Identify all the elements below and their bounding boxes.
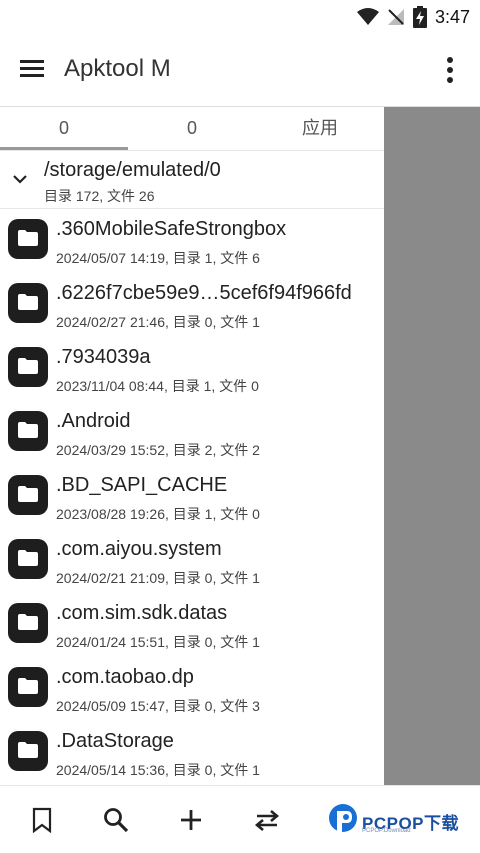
list-item[interactable]: .BD_SAPI_CACHE 2023/08/28 19:26, 目录 1, 文… [0, 465, 384, 529]
file-name: .Android [56, 410, 131, 432]
folder-icon [8, 667, 48, 707]
wifi-icon [356, 8, 379, 25]
file-name: .DataStorage [56, 730, 174, 752]
more-vert-icon[interactable] [440, 55, 460, 85]
file-meta: 2024/05/09 15:47, 目录 0, 文件 3 [56, 698, 260, 714]
folder-icon [8, 219, 48, 259]
app-bar: Apktool M [0, 33, 480, 107]
list-item[interactable]: .com.aiyou.system 2024/02/21 21:09, 目录 0… [0, 529, 384, 593]
watermark-subtext: PCPOP.Download [362, 828, 411, 834]
battery-charging-icon [412, 6, 427, 28]
tab-storage-2[interactable]: 0 [128, 107, 256, 150]
file-name: .6226f7cbe59e9…5cef6f94f966fd [56, 282, 352, 304]
watermark-logo: PCPOP下载 PCPOP.Download [326, 803, 476, 837]
file-meta: 2023/11/04 08:44, 目录 1, 文件 0 [56, 378, 259, 394]
file-name: .360MobileSafeStrongbox [56, 218, 287, 240]
menu-icon[interactable] [18, 57, 46, 81]
file-browser-panel: 0 0 应用 /storage/emulated/0 目录 172, 文件 26… [0, 107, 384, 785]
file-meta: 2024/02/21 21:09, 目录 0, 文件 1 [56, 570, 260, 586]
tab-bar: 0 0 应用 [0, 107, 384, 151]
folder-icon [8, 283, 48, 323]
pcpop-logo-icon [329, 804, 357, 833]
list-item[interactable]: .DataStorage 2024/05/14 15:36, 目录 0, 文件 … [0, 721, 384, 785]
file-name: .com.aiyou.system [56, 538, 222, 560]
drawer-scrim[interactable] [384, 107, 480, 785]
folder-icon [8, 603, 48, 643]
list-item[interactable]: .com.sim.sdk.datas 2024/01/24 15:51, 目录 … [0, 593, 384, 657]
tab-storage-1[interactable]: 0 [0, 107, 128, 150]
folder-icon [8, 475, 48, 515]
path-header[interactable]: /storage/emulated/0 目录 172, 文件 26 [0, 151, 384, 209]
file-name: .7934039a [56, 346, 151, 368]
status-time: 3:47 [434, 6, 470, 27]
status-icons: 3:47 [356, 4, 470, 30]
path-summary: 目录 172, 文件 26 [44, 188, 155, 204]
folder-icon [8, 411, 48, 451]
file-meta: 2024/03/29 15:52, 目录 2, 文件 2 [56, 442, 260, 458]
current-path: /storage/emulated/0 [44, 159, 221, 181]
file-meta: 2024/05/14 15:36, 目录 0, 文件 1 [56, 762, 260, 778]
list-item[interactable]: .Android 2024/03/29 15:52, 目录 2, 文件 2 [0, 401, 384, 465]
chevron-down-icon[interactable] [12, 171, 28, 187]
folder-icon [8, 347, 48, 387]
tab-apps[interactable]: 应用 [256, 107, 384, 150]
file-list: .360MobileSafeStrongbox 2024/05/07 14:19… [0, 209, 384, 785]
swap-icon[interactable] [253, 806, 281, 834]
list-item[interactable]: .6226f7cbe59e9…5cef6f94f966fd 2024/02/27… [0, 273, 384, 337]
folder-icon [8, 539, 48, 579]
file-name: .com.sim.sdk.datas [56, 602, 228, 624]
file-meta: 2024/05/07 14:19, 目录 1, 文件 6 [56, 250, 260, 266]
folder-icon [8, 731, 48, 771]
app-title: Apktool M [64, 55, 171, 82]
search-icon[interactable] [102, 806, 130, 834]
list-item[interactable]: .com.taobao.dp 2024/05/09 15:47, 目录 0, 文… [0, 657, 384, 721]
list-item[interactable]: .7934039a 2023/11/04 08:44, 目录 1, 文件 0 [0, 337, 384, 401]
file-name: .com.taobao.dp [56, 666, 194, 688]
bookmark-icon[interactable] [28, 806, 56, 834]
file-meta: 2024/01/24 15:51, 目录 0, 文件 1 [56, 634, 260, 650]
file-name: .BD_SAPI_CACHE [56, 474, 228, 496]
file-meta: 2024/02/27 21:46, 目录 0, 文件 1 [56, 314, 260, 330]
no-signal-icon [387, 9, 404, 25]
status-bar: 3:47 [0, 0, 480, 33]
list-item[interactable]: .360MobileSafeStrongbox 2024/05/07 14:19… [0, 209, 384, 273]
add-icon[interactable] [177, 806, 205, 834]
file-meta: 2023/08/28 19:26, 目录 1, 文件 0 [56, 506, 260, 522]
